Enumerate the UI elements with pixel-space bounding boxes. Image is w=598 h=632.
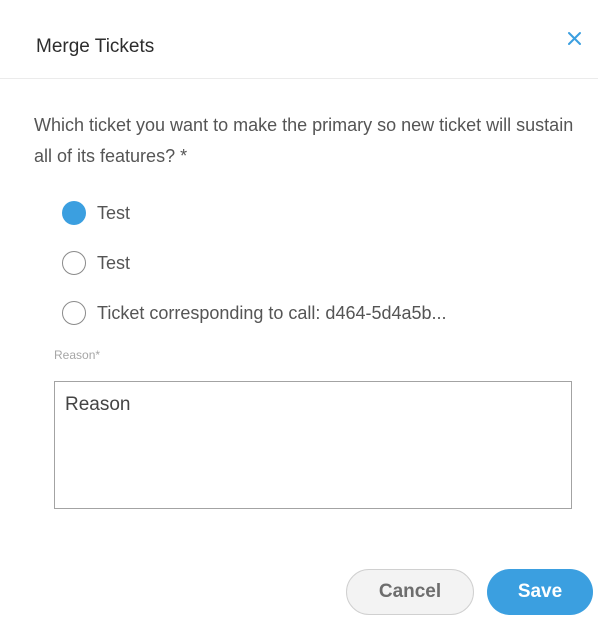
radio-option-label: Test <box>97 202 131 223</box>
reason-textarea[interactable]: Reason <box>54 381 572 509</box>
dialog-title: Merge Tickets <box>36 36 155 57</box>
radio-button[interactable] <box>62 301 86 325</box>
radio-button[interactable] <box>62 251 86 275</box>
radio-option-test-2[interactable]: Test <box>62 248 130 278</box>
radio-option-label: Test <box>97 252 131 273</box>
radio-option-label: Ticket corresponding to call: d464-5d4a5… <box>97 302 447 323</box>
dialog-header: Merge Tickets <box>0 0 598 79</box>
radio-button-selected[interactable] <box>62 201 86 225</box>
close-icon <box>568 32 581 45</box>
radio-option-test-1[interactable]: Test <box>62 198 130 228</box>
save-button[interactable]: Save <box>487 569 593 615</box>
merge-tickets-dialog: Merge Tickets Which ticket you want to m… <box>0 0 598 632</box>
radio-option-call-ticket[interactable]: Ticket corresponding to call: d464-5d4a5… <box>62 298 447 328</box>
close-button[interactable] <box>560 24 590 54</box>
cancel-button[interactable]: Cancel <box>346 569 474 615</box>
reason-text: Reason <box>65 394 131 415</box>
primary-ticket-question: Which ticket you want to make the primar… <box>34 115 574 166</box>
reason-label: Reason* <box>54 348 101 362</box>
